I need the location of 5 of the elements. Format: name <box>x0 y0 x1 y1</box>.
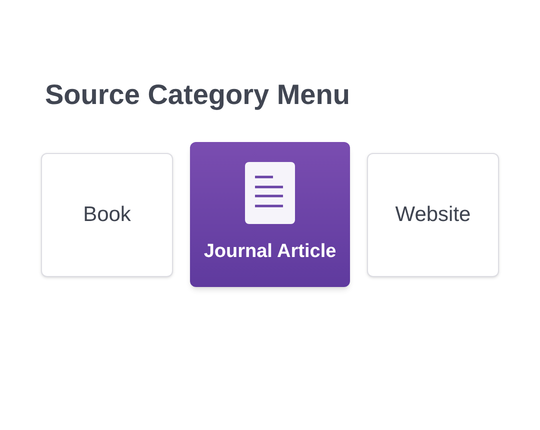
document-icon <box>245 162 295 224</box>
category-option[interactable]: Book <box>41 152 173 276</box>
category-option[interactable]: Journal Article <box>190 142 350 287</box>
category-option[interactable]: Website <box>367 152 499 276</box>
menu-title: Source Category Menu <box>45 78 351 112</box>
